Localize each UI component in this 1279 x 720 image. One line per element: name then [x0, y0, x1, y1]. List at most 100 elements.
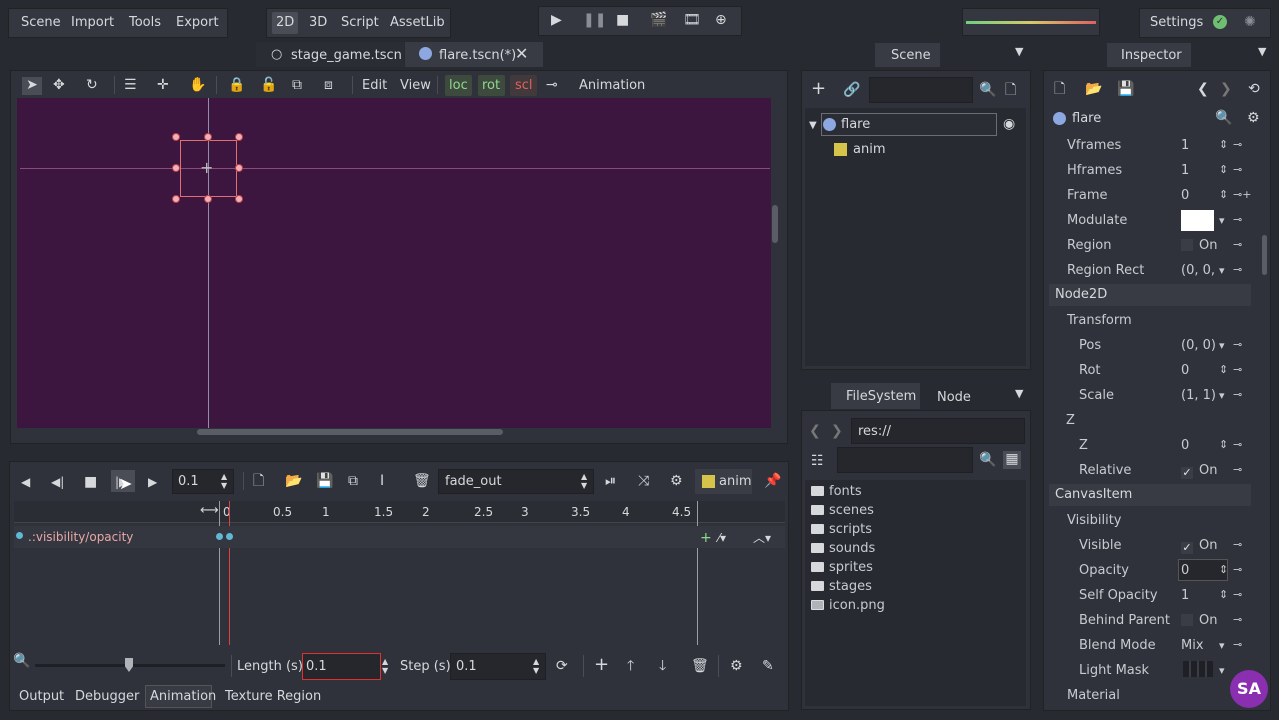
autoplay-icon[interactable]: ⏯ [605, 473, 616, 489]
step-spin-icon[interactable]: ▲ ▼ [533, 657, 539, 675]
length-spin-icon[interactable]: ▲ ▼ [382, 657, 388, 675]
menu-export[interactable]: Export [176, 15, 219, 30]
menu-tools[interactable]: Tools [129, 15, 161, 30]
fs-search-input[interactable] [837, 447, 973, 473]
dropdown-icon[interactable]: ▾ [1219, 664, 1225, 677]
horizontal-scrollbar[interactable] [197, 429, 503, 435]
move-tool-icon[interactable]: ✥ [53, 77, 65, 93]
collapse-arrow-icon[interactable]: ▼ [809, 118, 817, 134]
optimize-icon[interactable]: ✎ [762, 658, 774, 674]
spin-icon[interactable]: ⇕ [1219, 138, 1228, 151]
remove-track-icon[interactable]: 🗑 [691, 658, 709, 674]
interpolation-icon[interactable]: ⁄▾ [718, 530, 726, 546]
history-icon[interactable]: ⟲ [1248, 81, 1260, 97]
ungroup-icon[interactable]: ⧈ [324, 77, 333, 93]
dropdown-icon[interactable]: ▾ [1219, 264, 1225, 277]
history-back-icon[interactable]: ❮ [1197, 81, 1209, 97]
play-custom-icon[interactable]: 🎞 [683, 12, 701, 28]
dropdown-icon[interactable]: ▾ [1219, 339, 1225, 352]
view-menu[interactable]: View [400, 78, 431, 93]
viewport-canvas[interactable] [17, 98, 771, 428]
play-backwards-start-icon[interactable]: ◀ [21, 474, 30, 490]
fs-folder-sounds[interactable]: sounds [811, 541, 875, 556]
inspector-settings-icon[interactable]: ⚙ [1247, 110, 1260, 126]
prop-pos-value[interactable]: (0, 0) [1181, 338, 1216, 353]
mode-3d-button[interactable]: 3D [309, 15, 327, 30]
prop-region-checkbox[interactable]: On [1181, 238, 1217, 253]
tree-item-anim[interactable]: anim [853, 142, 885, 157]
fs-folder-scenes[interactable]: scenes [811, 503, 874, 518]
search-icon[interactable]: 🔍 [979, 82, 996, 98]
key-icon[interactable]: ⊸ [1233, 163, 1242, 176]
move-up-icon[interactable]: 🡑 [627, 658, 634, 674]
playhead[interactable] [229, 501, 230, 645]
modulate-color-swatch[interactable] [1181, 210, 1214, 231]
timeline-ruler[interactable] [14, 501, 785, 523]
group-transform-label[interactable]: Transform [1067, 313, 1132, 328]
fs-file-icon-png[interactable]: icon.png [811, 598, 885, 613]
play-backwards-icon[interactable]: ◀| [51, 474, 64, 490]
handle-br[interactable] [235, 195, 243, 203]
rot-toggle[interactable]: rot [482, 78, 500, 93]
dropdown-icon[interactable]: ▾ [1219, 214, 1225, 227]
vertical-scrollbar[interactable] [772, 205, 778, 243]
script-add-icon[interactable]: 🗋 [1005, 82, 1016, 98]
spin-icon[interactable]: ⇕ [1219, 363, 1228, 376]
node-tab[interactable]: Node [937, 390, 971, 405]
key-icon[interactable]: ⊸ [1233, 563, 1242, 576]
prop-scale-value[interactable]: (1, 1) [1181, 388, 1216, 403]
back-arrow-icon[interactable]: ❮ [809, 423, 821, 439]
handle-tl[interactable] [172, 133, 180, 141]
wrap-mode-icon[interactable]: ︿▾ [753, 530, 771, 546]
key-insert-icon[interactable]: ⊸ [546, 77, 558, 93]
fs-folder-stages[interactable]: stages [811, 579, 872, 594]
key-icon[interactable]: ⊸ [1233, 338, 1242, 351]
list-select-icon[interactable]: ☰ [124, 77, 137, 93]
key-icon[interactable]: ⊸ [1233, 638, 1242, 651]
edit-menu[interactable]: Edit [362, 78, 387, 93]
load-anim-icon[interactable]: 📂 [285, 473, 302, 489]
play-scene-icon[interactable]: 🎬 [650, 12, 667, 28]
prop-relative-checkbox[interactable]: ✓ On [1181, 463, 1217, 479]
fs-folder-scripts[interactable]: scripts [811, 522, 872, 537]
handle-tr[interactable] [235, 133, 243, 141]
play-forward-icon[interactable]: ▶ [148, 474, 157, 490]
key-icon[interactable]: ⊸ [1233, 363, 1242, 376]
prop-hframes-value[interactable]: 1 [1181, 163, 1189, 178]
keyframe-0[interactable] [216, 533, 223, 540]
prop-blend-mode-value[interactable]: Mix [1181, 638, 1204, 653]
handle-mr[interactable] [235, 164, 243, 172]
inspector-menu-icon[interactable]: ▼ [1258, 44, 1266, 60]
duplicate-anim-icon[interactable]: ⧉ [348, 473, 358, 489]
key-icon[interactable]: ⊸ [1233, 463, 1242, 476]
play-icon[interactable]: ▶ [551, 12, 562, 28]
new-anim-icon[interactable]: 🗋 [253, 473, 264, 489]
dropdown-icon[interactable]: ▾ [1219, 389, 1225, 402]
menu-scene[interactable]: Scene [21, 15, 61, 30]
handle-bl[interactable] [172, 195, 180, 203]
pause-icon[interactable]: ❚❚ [583, 12, 606, 28]
scene-filter-input[interactable] [869, 77, 973, 103]
track-tools-icon[interactable]: ⚙ [730, 658, 743, 674]
inspector-scrollbar[interactable] [1262, 235, 1267, 275]
open-resource-icon[interactable]: 📂 [1085, 81, 1102, 97]
remove-anim-icon[interactable]: 🗑 [413, 473, 431, 489]
fs-search-icon[interactable]: 🔍 [979, 452, 996, 468]
spin-icon[interactable]: ⇕ [1219, 438, 1228, 451]
pin-icon[interactable]: 📌 [764, 473, 781, 489]
light-mask-grid[interactable] [1183, 661, 1213, 677]
save-anim-icon[interactable]: 💾 [316, 473, 333, 489]
key-icon[interactable]: ⊸ [1233, 388, 1242, 401]
inspector-search-icon[interactable]: 🔍 [1215, 110, 1232, 126]
dropdown-icon[interactable]: ▾ [1219, 639, 1225, 652]
unlock-icon[interactable]: 🔓 [260, 77, 277, 93]
spin-icon[interactable]: ⇕ [1219, 563, 1228, 576]
fs-folder-sprites[interactable]: sprites [811, 560, 873, 575]
add-track-icon[interactable]: + [594, 656, 609, 674]
group-visibility-label[interactable]: Visibility [1067, 513, 1121, 528]
key-icon[interactable]: ⊸ [1233, 538, 1242, 551]
bottom-tab-texture-region[interactable]: Texture Region [225, 689, 321, 704]
save-resource-icon[interactable]: 💾 [1117, 81, 1134, 97]
mode-script-button[interactable]: Script [341, 15, 379, 30]
loop-icon[interactable]: ⟳ [556, 658, 568, 674]
